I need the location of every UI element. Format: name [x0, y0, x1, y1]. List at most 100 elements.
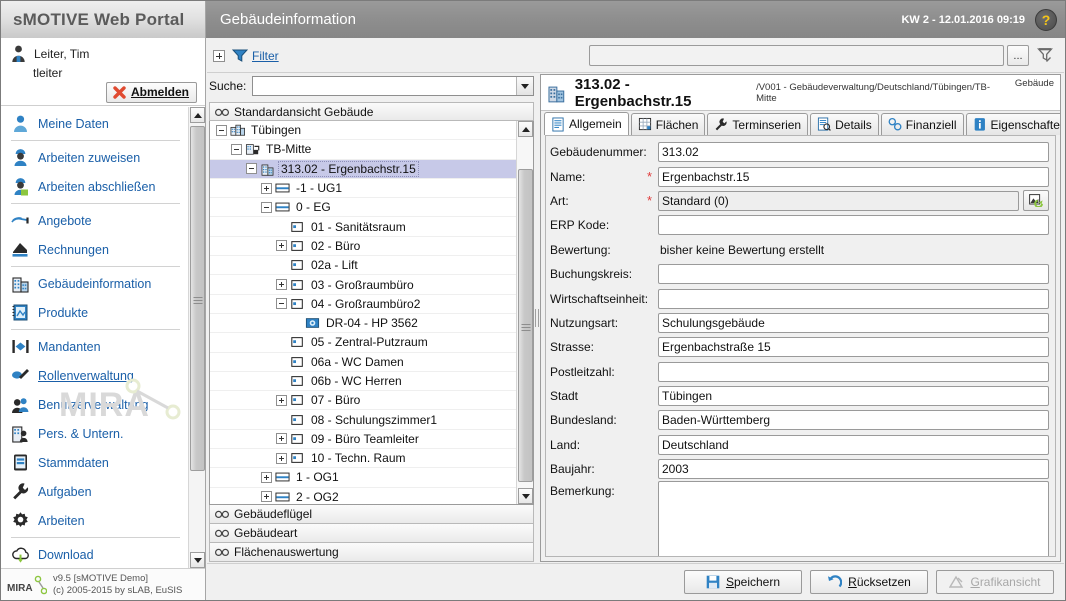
tab-allgemein[interactable]: Allgemein	[544, 112, 629, 135]
field-nutzungsart[interactable]: Schulungsgebäude	[658, 312, 1049, 333]
tree-node[interactable]: 0 - EG	[210, 198, 516, 218]
tab-finanziell[interactable]: Finanziell	[880, 113, 964, 135]
tree-scrollbar[interactable]	[516, 121, 533, 504]
sidebar-item-mandanten[interactable]: Mandanten	[1, 332, 188, 361]
tree-toggle-plus-icon[interactable]	[276, 279, 287, 291]
accordion-flächenauswertung[interactable]: Flächenauswertung	[209, 543, 534, 562]
tree-toggle-plus-icon[interactable]	[276, 240, 287, 252]
reset-button[interactable]: Rücksetzen	[810, 570, 928, 594]
tree-node[interactable]: 09 - Büro Teamleiter	[210, 430, 516, 450]
sidebar-item-benutzerverwaltung[interactable]: Benutzerverwaltung	[1, 390, 188, 419]
field-name[interactable]: Ergenbachstr.15	[658, 166, 1049, 187]
tab-details[interactable]: Details	[810, 113, 879, 135]
scroll-up-button[interactable]	[190, 107, 205, 123]
field-label: Postleitzahl:	[550, 364, 615, 379]
sidebar-scrollbar[interactable]	[188, 107, 205, 568]
tree-node[interactable]: 07 - Büro	[210, 391, 516, 411]
tree-scroll-down-button[interactable]	[518, 488, 533, 504]
tree-node[interactable]: 313.02 - Ergenbachstr.15	[210, 159, 516, 179]
tree-node[interactable]: 08 - Schulungszimmer1	[210, 410, 516, 430]
tree-toggle-plus-icon[interactable]	[261, 182, 272, 194]
tree-node[interactable]: DR-04 - HP 3562	[210, 314, 516, 334]
field-stadt[interactable]: Tübingen	[658, 386, 1049, 407]
tree-node[interactable]: 02 - Büro	[210, 237, 516, 257]
tree-toggle-minus-icon[interactable]	[246, 163, 257, 175]
search-dropdown-arrow[interactable]	[516, 77, 533, 95]
tree-node[interactable]: 06a - WC Damen	[210, 353, 516, 372]
field-baujahr[interactable]: 2003	[658, 459, 1049, 480]
tree-node[interactable]: -1 - UG1	[210, 179, 516, 199]
sidebar-item-arbeiten-zuweisen[interactable]: Arbeiten zuweisen	[1, 143, 188, 172]
sidebar-item-rollenverwaltung[interactable]: Rollenverwaltung	[1, 361, 188, 390]
page-title: Gebäudeinformation	[220, 11, 356, 28]
sidebar-item-angebote[interactable]: Angebote	[1, 206, 188, 235]
field-gebäudenummer[interactable]: 313.02	[658, 142, 1049, 163]
filter-link[interactable]: Filter	[252, 49, 279, 63]
tree-node[interactable]: Tübingen	[210, 121, 516, 141]
scrollbar-thumb[interactable]	[190, 126, 205, 471]
tree-node[interactable]: 02a - Lift	[210, 256, 516, 276]
logout-button[interactable]: Abmelden	[105, 82, 197, 103]
sidebar-item-download[interactable]: Download	[1, 540, 188, 568]
field-strasse[interactable]: Ergenbachstraße 15	[658, 337, 1049, 358]
reset-label: Rücksetzen	[848, 575, 911, 589]
tab-eigenschaften[interactable]: Eigenschaften	[965, 113, 1060, 135]
tree-node[interactable]: TB-Mitte	[210, 140, 516, 160]
tree-toggle-plus-icon[interactable]	[276, 433, 287, 445]
field-wirtschaftseinheit[interactable]	[658, 288, 1049, 309]
tab-flächen[interactable]: Flächen	[630, 113, 706, 135]
tree-scroll-up-button[interactable]	[518, 121, 533, 137]
sidebar-item-produkte[interactable]: Produkte	[1, 298, 188, 327]
filter-clear-button[interactable]	[1037, 47, 1054, 65]
field-bundesland[interactable]: Baden-Württemberg	[658, 410, 1049, 431]
sidebar-item-arbeiten-abschließen[interactable]: Arbeiten abschließen	[1, 172, 188, 201]
sidebar-item-meine-daten[interactable]: Meine Daten	[1, 109, 188, 138]
scroll-down-button[interactable]	[190, 552, 205, 568]
search-input[interactable]	[253, 77, 516, 95]
tab-terminserien[interactable]: Terminserien	[707, 113, 809, 135]
tree-node[interactable]: 05 - Zentral-Putzraum	[210, 333, 516, 353]
sidebar-item-stammdaten[interactable]: Stammdaten	[1, 448, 188, 477]
accordion-gebäudeflügel[interactable]: Gebäudeflügel	[209, 505, 534, 524]
tree-toggle-minus-icon[interactable]	[276, 298, 287, 310]
tree-scrollbar-thumb[interactable]	[518, 169, 533, 482]
tree-node[interactable]: 2 - OG2	[210, 488, 516, 504]
form-row: Buchungskreis:	[550, 262, 1049, 286]
tree-toggle-plus-icon[interactable]	[261, 471, 272, 483]
tree-toggle-plus-icon[interactable]	[276, 394, 287, 406]
accordion-gebäudeart[interactable]: Gebäudeart	[209, 524, 534, 543]
tree-node[interactable]: 01 - Sanitätsraum	[210, 217, 516, 237]
sidebar-item-pers-untern[interactable]: Pers. & Untern.	[1, 419, 188, 448]
tree-toggle-plus-icon[interactable]	[261, 491, 272, 503]
graphic-view-button[interactable]: Grafikansicht	[936, 570, 1054, 594]
save-button[interactable]: Speichern	[684, 570, 802, 594]
tree-node[interactable]: 10 - Techn. Raum	[210, 449, 516, 469]
sidebar-item-rechnungen[interactable]: Rechnungen	[1, 235, 188, 264]
tree-toggle-minus-icon[interactable]	[231, 143, 242, 155]
tree-toggle-plus-icon[interactable]	[276, 452, 287, 464]
field-bemerkung[interactable]	[658, 481, 1049, 556]
filter-expand-toggle[interactable]	[213, 49, 225, 62]
sidebar-item-aufgaben[interactable]: Aufgaben	[1, 477, 188, 506]
sidebar-item-arbeiten[interactable]: Arbeiten	[1, 506, 188, 535]
wrench-icon	[716, 118, 727, 131]
field-postleitzahl[interactable]	[658, 361, 1049, 382]
tree-node[interactable]: 03 - Großraumbüro	[210, 275, 516, 295]
filter-more-button[interactable]: ...	[1007, 45, 1029, 66]
tree-node[interactable]: 1 - OG1	[210, 468, 516, 488]
tree-toggle-minus-icon[interactable]	[216, 124, 227, 136]
field-erp-kode[interactable]	[658, 215, 1049, 236]
field-art[interactable]: Standard (0)	[658, 190, 1019, 211]
field-land[interactable]: Deutschland	[658, 434, 1049, 455]
search-field[interactable]	[252, 76, 534, 96]
mira-footer-logo-icon: MIRA	[7, 575, 47, 595]
tree-node[interactable]: 04 - Großraumbüro2	[210, 295, 516, 314]
tree-toggle-minus-icon[interactable]	[261, 201, 272, 213]
sidebar-item-gebäudeinformation[interactable]: Gebäudeinformation	[1, 269, 188, 298]
help-icon[interactable]: ?	[1035, 8, 1057, 31]
filter-input[interactable]	[589, 45, 1004, 66]
tree-node[interactable]: 06b - WC Herren	[210, 372, 516, 392]
field-buchungskreis[interactable]	[658, 264, 1049, 285]
accordion-standardansicht-gebaeude[interactable]: Standardansicht Gebäude	[209, 102, 534, 121]
field-art-picker-button[interactable]	[1023, 190, 1049, 212]
